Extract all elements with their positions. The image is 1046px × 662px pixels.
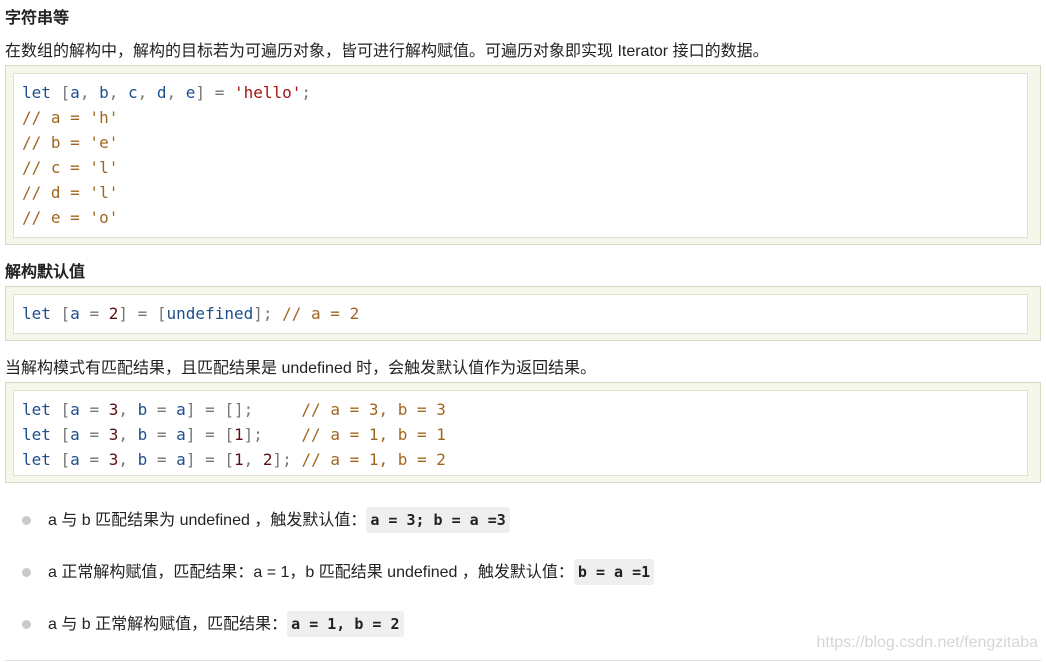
code-var: a xyxy=(70,304,80,323)
list-item: a 与 b 匹配结果为 undefined ，触发默认值： a = 3; b = … xyxy=(22,506,510,536)
code-comment: // a = 3, b = 3 xyxy=(301,400,446,419)
code-punct: , xyxy=(166,83,186,102)
section-description-iterable: 在数组的解构中，解构的目标若为可遍历对象，皆可进行解构赋值。可遍历对象即实现 I… xyxy=(5,43,769,60)
code-punct: [ xyxy=(50,450,71,469)
code-line: let [a = 3, b = a] = []; // a = 3, b = 3 xyxy=(22,397,1019,422)
code-var: undefined xyxy=(166,304,254,323)
code-punct: ; xyxy=(301,83,312,102)
code-block-inner: let [a = 2] = [undefined]; // a = 2 xyxy=(13,294,1028,334)
code-comment: // a = 2 xyxy=(282,304,360,323)
code-var: a xyxy=(70,83,80,102)
code-punct: ]; xyxy=(272,450,302,469)
code-punct: = xyxy=(147,425,177,444)
code-var: e xyxy=(185,83,196,102)
code-string: 'hello' xyxy=(233,83,302,102)
keyword: let xyxy=(22,83,51,102)
code-punct: , xyxy=(137,83,157,102)
code-block-default: let [a = 2] = [undefined]; // a = 2 xyxy=(5,286,1041,341)
code-number: 3 xyxy=(108,400,119,419)
code-block-strings: let [a, b, c, d, e] = 'hello'; // a = 'h… xyxy=(5,65,1041,245)
bullet-icon xyxy=(22,516,31,525)
bullet-icon xyxy=(22,620,31,629)
watermark: https://blog.csdn.net/fengzitaba xyxy=(816,634,1038,651)
code-punct: , xyxy=(118,400,138,419)
note-text: a 与 b 正常解构赋值，匹配结果： xyxy=(48,616,288,633)
code-comment: // d = 'l' xyxy=(22,183,119,202)
code-comment: // e = 'o' xyxy=(22,208,119,227)
code-var: d xyxy=(156,83,167,102)
code-comment: // a = 'h' xyxy=(22,108,119,127)
code-block-inner: let [a, b, c, d, e] = 'hello'; // a = 'h… xyxy=(13,73,1028,238)
code-comment: // b = 'e' xyxy=(22,133,119,152)
code-punct: = xyxy=(79,450,109,469)
keyword: let xyxy=(22,304,51,323)
code-var: a xyxy=(176,425,186,444)
code-punct: ] = xyxy=(195,83,234,102)
code-punct: , xyxy=(118,425,138,444)
note-text: a 正常解构赋值，匹配结果：a = 1，b 匹配结果 undefined ，触发… xyxy=(48,564,574,581)
code-var: b xyxy=(99,83,109,102)
code-var: b xyxy=(137,400,148,419)
keyword: let xyxy=(22,400,51,419)
code-punct: = xyxy=(147,450,177,469)
keyword: let xyxy=(22,450,51,469)
code-var: a xyxy=(176,400,186,419)
section-heading-strings: 字符串等 xyxy=(5,10,70,27)
inline-code: a = 3; b = a =3 xyxy=(366,507,510,533)
inline-code: a = 1, b = 2 xyxy=(287,611,404,637)
code-punct: ]; xyxy=(233,400,302,419)
code-number: 3 xyxy=(108,425,119,444)
code-punct: , xyxy=(118,450,138,469)
code-var: a xyxy=(70,450,80,469)
note-text: a 与 b 匹配结果为 undefined ，触发默认值： xyxy=(48,512,367,529)
code-punct: ] = [ xyxy=(185,400,234,419)
code-punct: = xyxy=(79,400,109,419)
section-heading-defaults: 解构默认值 xyxy=(5,264,86,281)
divider xyxy=(5,660,1041,661)
keyword: let xyxy=(22,425,51,444)
code-var: c xyxy=(127,83,138,102)
code-punct: , xyxy=(243,450,263,469)
code-punct: ]; xyxy=(253,304,283,323)
code-var: a xyxy=(70,425,80,444)
code-block-inner: let [a = 3, b = a] = []; // a = 3, b = 3… xyxy=(13,390,1028,476)
code-var: b xyxy=(137,425,148,444)
code-punct: [ xyxy=(50,304,71,323)
section-description-defaults: 当解构模式有匹配结果，且匹配结果是 undefined 时，会触发默认值作为返回… xyxy=(5,360,597,377)
code-punct: , xyxy=(108,83,128,102)
list-item: a 与 b 正常解构赋值，匹配结果： a = 1, b = 2 xyxy=(22,610,404,640)
code-number: 2 xyxy=(262,450,273,469)
code-block-default-examples: let [a = 3, b = a] = []; // a = 3, b = 3… xyxy=(5,382,1041,483)
code-punct: = xyxy=(147,400,177,419)
code-punct: = xyxy=(79,425,109,444)
code-number: 2 xyxy=(108,304,119,323)
code-line: let [a = 3, b = a] = [1]; // a = 1, b = … xyxy=(22,422,1019,447)
code-number: 1 xyxy=(233,425,244,444)
code-punct: [ xyxy=(50,425,71,444)
code-punct: , xyxy=(79,83,100,102)
code-line: let [a = 3, b = a] = [1, 2]; // a = 1, b… xyxy=(22,447,1019,472)
code-punct: ] = [ xyxy=(185,425,234,444)
code-var: a xyxy=(70,400,80,419)
code-comment: // c = 'l' xyxy=(22,158,119,177)
code-number: 1 xyxy=(233,450,244,469)
list-item: a 正常解构赋值，匹配结果：a = 1，b 匹配结果 undefined ，触发… xyxy=(22,558,655,588)
code-comment: // a = 1, b = 2 xyxy=(301,450,446,469)
code-line: let [a = 2] = [undefined]; // a = 2 xyxy=(22,301,1019,326)
code-var: b xyxy=(137,450,148,469)
code-punct: = xyxy=(79,304,109,323)
code-punct: ] = [ xyxy=(118,304,167,323)
code-line: let [a, b, c, d, e] = 'hello'; xyxy=(22,80,1019,105)
code-punct: ]; xyxy=(243,425,302,444)
code-comment: // a = 1, b = 1 xyxy=(301,425,446,444)
inline-code: b = a =1 xyxy=(573,559,655,585)
bullet-icon xyxy=(22,568,31,577)
code-punct: [ xyxy=(50,400,71,419)
code-punct: ] = [ xyxy=(185,450,234,469)
code-number: 3 xyxy=(108,450,119,469)
code-var: a xyxy=(176,450,186,469)
code-punct: [ xyxy=(50,83,71,102)
